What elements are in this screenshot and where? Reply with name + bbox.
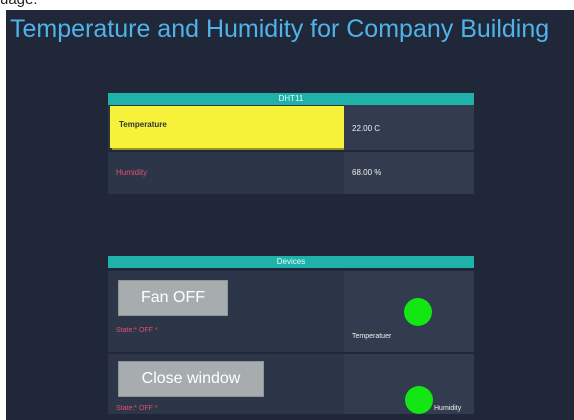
fan-status-cell: Temperatuer <box>344 271 474 352</box>
humidity-value: 68.00 % <box>352 168 382 177</box>
temperature-label-cell: Temperature <box>110 106 344 148</box>
dht11-header: DHT11 <box>108 93 474 105</box>
window-control-cell: Close window State:* OFF * <box>108 354 342 414</box>
temperature-row: Temperature 22.00 C <box>108 105 474 150</box>
temperature-label: Temperature <box>119 120 167 129</box>
device-row-fan: Fan OFF State:* OFF * Temperatuer <box>108 271 474 352</box>
top-strip-text: uage. <box>0 0 38 9</box>
devices-panel: Devices Fan OFF State:* OFF * Temperatue… <box>108 256 474 414</box>
humidity-row: Humidity 68.00 % <box>108 152 474 194</box>
fan-status-indicator <box>404 298 432 326</box>
fan-toggle-button[interactable]: Fan OFF <box>118 280 228 316</box>
humidity-label-cell: Humidity <box>108 152 342 194</box>
window-state: State:* OFF * <box>116 405 158 412</box>
humidity-indicator-label: Humidity <box>434 405 462 412</box>
top-strip: uage. <box>0 0 574 10</box>
temperature-value: 22.00 C <box>352 124 381 133</box>
page-title: Temperature and Humidity for Company Bui… <box>10 15 550 43</box>
devices-header: Devices <box>108 256 474 268</box>
fan-control-cell: Fan OFF State:* OFF * <box>108 271 342 352</box>
window-status-indicator <box>405 386 433 414</box>
window-toggle-button[interactable]: Close window <box>118 361 264 397</box>
window-status-cell: Humidity <box>344 354 474 414</box>
dht11-panel: DHT11 Temperature 22.00 C Humidity 68.00… <box>108 93 474 194</box>
temperature-value-cell: 22.00 C <box>344 105 474 150</box>
humidity-label: Humidity <box>116 168 148 177</box>
temperature-indicator-label: Temperatuer <box>352 333 392 340</box>
device-row-window: Close window State:* OFF * Humidity <box>108 354 474 414</box>
humidity-value-cell: 68.00 % <box>344 152 474 194</box>
dashboard: Temperature and Humidity for Company Bui… <box>6 10 574 420</box>
fan-state: State:* OFF * <box>116 327 158 334</box>
